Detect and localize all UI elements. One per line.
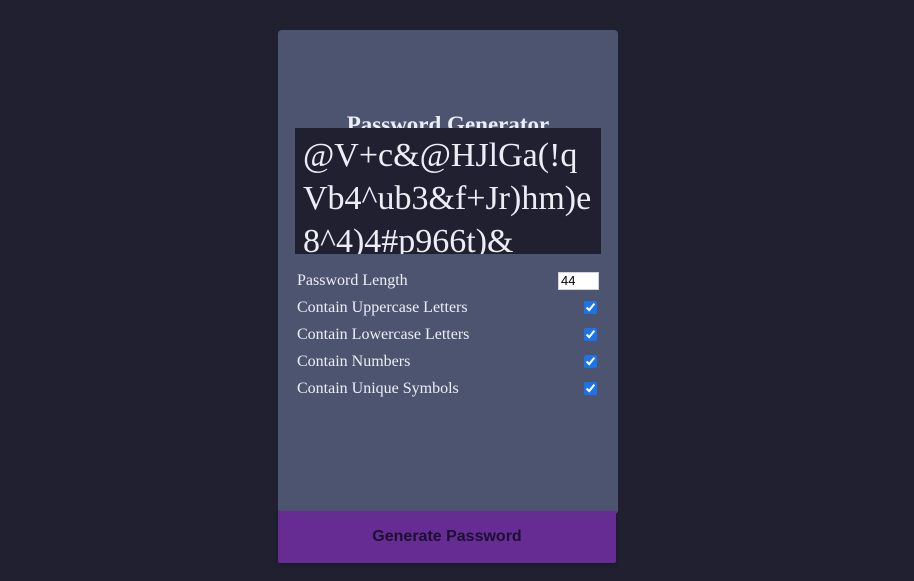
settings-panel: Password Length Contain Uppercase Letter… (297, 267, 599, 402)
setting-length: Password Length (297, 267, 599, 294)
password-result: @V+c&@HJlGa(!qVb4^ub3&f+Jr)hm)e8^4)4#p96… (295, 128, 601, 254)
generate-password-button[interactable]: Generate Password (278, 511, 616, 563)
lowercase-label: Contain Lowercase Letters (297, 325, 470, 343)
symbols-checkbox[interactable] (584, 382, 597, 395)
length-input[interactable] (558, 271, 599, 290)
setting-lowercase: Contain Lowercase Letters (297, 321, 599, 348)
password-text: @V+c&@HJlGa(!qVb4^ub3&f+Jr)hm)e8^4)4#p96… (303, 137, 592, 254)
setting-uppercase: Contain Uppercase Letters (297, 294, 599, 321)
length-label: Password Length (297, 271, 408, 289)
numbers-checkbox[interactable] (584, 355, 597, 368)
lowercase-checkbox[interactable] (584, 328, 597, 341)
symbols-label: Contain Unique Symbols (297, 379, 459, 397)
numbers-label: Contain Numbers (297, 352, 411, 370)
setting-numbers: Contain Numbers (297, 348, 599, 375)
password-generator-card: Password Generator @V+c&@HJlGa(!qVb4^ub3… (278, 30, 618, 514)
setting-symbols: Contain Unique Symbols (297, 375, 599, 402)
uppercase-label: Contain Uppercase Letters (297, 298, 468, 316)
uppercase-checkbox[interactable] (584, 301, 597, 314)
